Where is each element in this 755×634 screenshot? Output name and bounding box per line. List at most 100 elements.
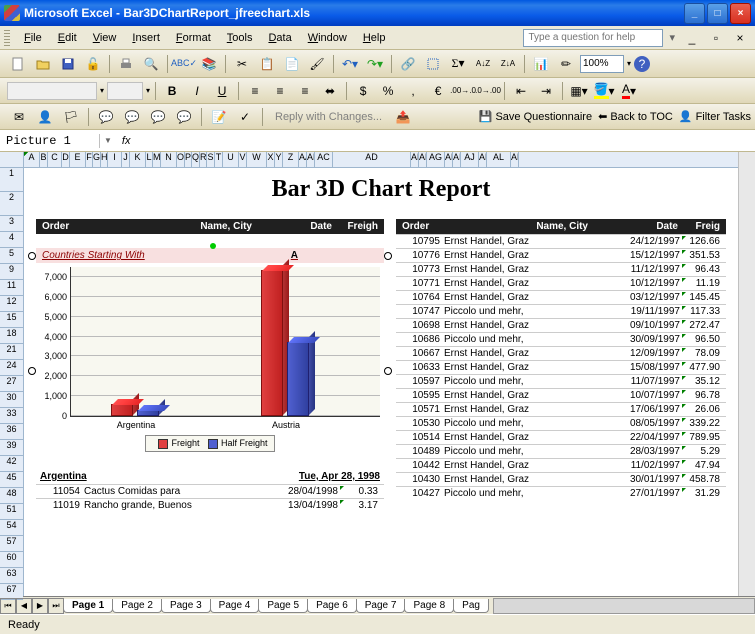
close-button[interactable]: × <box>730 3 751 24</box>
row-header[interactable]: 12 <box>0 296 23 312</box>
permission-button[interactable]: 🔓 <box>82 53 104 75</box>
sheet-tab[interactable]: Page 7 <box>356 599 406 613</box>
row-header[interactable]: 54 <box>0 520 23 536</box>
menu-window[interactable]: Window <box>300 30 355 46</box>
fill-color-button[interactable]: 🪣▾ <box>593 80 615 102</box>
percent-button[interactable]: % <box>377 80 399 102</box>
increase-decimal-button[interactable]: .00→.0 <box>452 80 474 102</box>
row-header[interactable]: 5 <box>0 248 23 264</box>
underline-button[interactable]: U <box>211 80 233 102</box>
font-size-select[interactable] <box>107 82 143 100</box>
doc-close-button[interactable]: × <box>729 27 751 49</box>
menu-data[interactable]: Data <box>260 30 299 46</box>
sort-desc-button[interactable]: Z↓A <box>497 53 519 75</box>
col-header[interactable]: X <box>267 152 275 167</box>
col-header[interactable]: L <box>146 152 153 167</box>
row-header[interactable]: 45 <box>0 472 23 488</box>
envelope-icon[interactable]: ✉ <box>8 106 30 128</box>
sheet-tab[interactable]: Page 3 <box>161 599 211 613</box>
sheet-tab[interactable]: Page 2 <box>112 599 162 613</box>
toolbar-grip-icon[interactable] <box>4 30 10 46</box>
row-header[interactable]: 15 <box>0 312 23 328</box>
save-button[interactable] <box>57 53 79 75</box>
select-all-button[interactable] <box>0 152 23 168</box>
col-header[interactable]: S <box>207 152 215 167</box>
font-color-button[interactable]: A▾ <box>618 80 640 102</box>
drawing-button[interactable]: ✏ <box>555 53 577 75</box>
name-box[interactable]: Picture 1 <box>0 134 100 148</box>
col-header[interactable]: AD <box>333 152 411 167</box>
row-header[interactable]: 4 <box>0 232 23 248</box>
col-header[interactable]: C <box>48 152 62 167</box>
paste-button[interactable]: 📄 <box>281 53 303 75</box>
accept-change-icon[interactable]: ✓ <box>234 106 256 128</box>
comment-next-icon[interactable]: 💬 <box>121 106 143 128</box>
maximize-button[interactable]: □ <box>707 3 728 24</box>
col-header[interactable]: Z <box>283 152 299 167</box>
col-header[interactable]: AA <box>299 152 307 167</box>
hyperlink-button[interactable]: 🔗 <box>397 53 419 75</box>
col-header[interactable]: D <box>62 152 70 167</box>
menu-file[interactable]: File <box>16 30 50 46</box>
col-header[interactable]: AE <box>411 152 419 167</box>
bar-chart[interactable]: 01,0002,0003,0004,0005,0006,0007,000Arge… <box>36 267 384 467</box>
col-header[interactable]: AL <box>487 152 511 167</box>
col-header[interactable]: AM <box>511 152 519 167</box>
sheet-tab[interactable]: Page 4 <box>210 599 260 613</box>
col-header[interactable]: N <box>161 152 177 167</box>
align-center-button[interactable]: ≡ <box>269 80 291 102</box>
track-changes-icon[interactable]: 📝 <box>208 106 230 128</box>
cut-button[interactable]: ✂ <box>231 53 253 75</box>
sheet-tab[interactable]: Pag <box>453 599 489 613</box>
col-header[interactable]: H <box>101 152 108 167</box>
autosum-button[interactable]: Σ▾ <box>447 53 469 75</box>
col-header[interactable]: P <box>185 152 192 167</box>
col-header[interactable]: AH <box>445 152 453 167</box>
row-header[interactable]: 24 <box>0 360 23 376</box>
row-header[interactable]: 2 <box>0 192 23 216</box>
menu-tools[interactable]: Tools <box>219 30 261 46</box>
print-button[interactable] <box>115 53 137 75</box>
sheet-tab[interactable]: Page 5 <box>258 599 308 613</box>
borders-button[interactable]: ▦▾ <box>568 80 590 102</box>
tab-first-button[interactable]: ⏮ <box>0 598 16 614</box>
format-painter-button[interactable]: 🖌 <box>306 53 328 75</box>
col-header[interactable]: Q <box>192 152 200 167</box>
currency-button[interactable]: $ <box>352 80 374 102</box>
col-header[interactable]: E <box>70 152 86 167</box>
row-header[interactable]: 18 <box>0 328 23 344</box>
sheet-tab[interactable]: Page 6 <box>307 599 357 613</box>
comment-prev-icon[interactable]: 💬 <box>95 106 117 128</box>
research-button[interactable]: 📚 <box>198 53 220 75</box>
col-header[interactable]: Y <box>275 152 283 167</box>
increase-indent-button[interactable]: ⇥ <box>535 80 557 102</box>
spelling-button[interactable]: ABC✓ <box>173 53 195 75</box>
row-header[interactable]: 39 <box>0 440 23 456</box>
row-header[interactable]: 51 <box>0 504 23 520</box>
row-header[interactable]: 60 <box>0 552 23 568</box>
flag-icon[interactable]: 🏳 <box>60 106 82 128</box>
col-header[interactable]: AK <box>479 152 487 167</box>
col-header[interactable]: J <box>122 152 130 167</box>
end-review-icon[interactable]: 📤 <box>392 106 414 128</box>
doc-minimize-button[interactable]: _ <box>681 27 703 49</box>
merge-center-button[interactable]: ⬌ <box>319 80 341 102</box>
decrease-decimal-button[interactable]: .0→.00 <box>477 80 499 102</box>
new-button[interactable] <box>7 53 29 75</box>
horizontal-scrollbar[interactable] <box>493 598 755 614</box>
menu-help[interactable]: Help <box>355 30 394 46</box>
italic-button[interactable]: I <box>186 80 208 102</box>
row-header[interactable]: 42 <box>0 456 23 472</box>
col-header[interactable]: V <box>239 152 247 167</box>
row-header[interactable]: 57 <box>0 536 23 552</box>
euro-button[interactable]: € <box>427 80 449 102</box>
vertical-scrollbar[interactable] <box>738 152 755 596</box>
col-header[interactable]: AC <box>315 152 333 167</box>
decrease-indent-button[interactable]: ⇤ <box>510 80 532 102</box>
row-header[interactable]: 1 <box>0 168 23 192</box>
col-header[interactable]: AF <box>419 152 427 167</box>
filter-tasks-button[interactable]: 👤Filter Tasks <box>679 110 751 123</box>
menu-edit[interactable]: Edit <box>50 30 85 46</box>
row-header[interactable]: 21 <box>0 344 23 360</box>
save-questionnaire-button[interactable]: 💾Save Questionnaire <box>479 110 592 123</box>
